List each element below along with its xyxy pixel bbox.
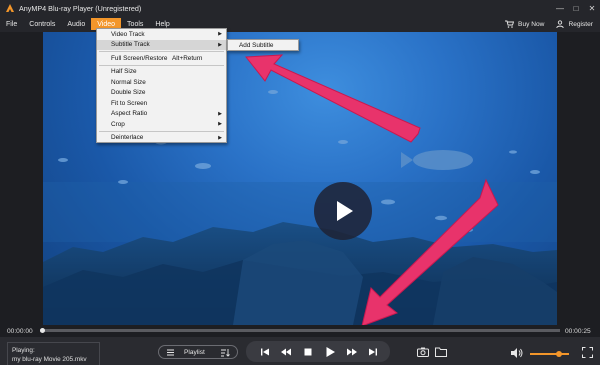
progress-area: 00:00:00 00:00:25 [0, 325, 600, 337]
menu-fullscreen-restore[interactable]: Full Screen/Restore Alt+Return [97, 53, 226, 64]
close-button[interactable]: ✕ [584, 4, 600, 13]
video-track-label: Video Track [111, 30, 145, 38]
volume-icon[interactable] [510, 347, 523, 359]
deinterlace-label: Deinterlace [111, 134, 144, 142]
half-size-label: Half Size [111, 68, 137, 76]
cart-icon [505, 20, 515, 28]
menu-fit-to-screen[interactable]: Fit to Screen [97, 98, 226, 109]
seek-thumb[interactable] [40, 328, 45, 333]
subtitle-track-label: Subtitle Track [111, 41, 150, 49]
skip-forward-icon [369, 348, 377, 356]
skip-back-button[interactable] [259, 346, 271, 358]
menu-aspect-ratio[interactable]: Aspect Ratio ▶ [97, 109, 226, 120]
playlist-icon [167, 349, 174, 356]
stop-button[interactable] [302, 346, 314, 358]
rewind-button[interactable] [280, 346, 292, 358]
now-playing-label: Playing: [12, 347, 35, 354]
camera-icon[interactable] [417, 347, 429, 357]
crop-label: Crop [111, 120, 125, 128]
menu-controls[interactable]: Controls [23, 18, 61, 30]
menu-separator [99, 130, 224, 132]
volume-thumb[interactable] [556, 351, 562, 357]
register-button[interactable]: Register [556, 20, 593, 28]
fullscreen-label: Full Screen/Restore [111, 54, 168, 62]
play-icon [326, 347, 335, 357]
register-label: Register [568, 20, 593, 28]
folder-icon[interactable] [435, 347, 447, 357]
fullscreen-shortcut: Alt+Return [172, 54, 203, 62]
seek-bar[interactable] [40, 329, 560, 332]
submenu-arrow-icon: ▶ [218, 121, 222, 128]
video-menu-dropdown: Video Track ▶ Subtitle Track ▶ Full Scre… [96, 28, 227, 143]
app-logo [5, 3, 15, 13]
play-icon [337, 201, 353, 221]
menu-add-subtitle[interactable]: Add Subtitle [228, 40, 298, 50]
submenu-arrow-icon: ▶ [218, 134, 222, 141]
menu-deinterlace[interactable]: Deinterlace ▶ [97, 133, 226, 144]
submenu-arrow-icon: ▶ [218, 31, 222, 38]
menu-bar: File Controls Audio Video Tools Help Buy… [0, 16, 600, 32]
minimize-button[interactable]: — [552, 4, 568, 13]
total-time: 00:00:25 [565, 328, 591, 335]
sort-icon[interactable] [221, 349, 230, 357]
aspect-ratio-label: Aspect Ratio [111, 110, 148, 118]
menu-file[interactable]: File [0, 18, 23, 30]
menu-separator [99, 64, 224, 66]
fit-to-screen-label: Fit to Screen [111, 99, 148, 107]
fullscreen-icon[interactable] [582, 347, 593, 358]
transport-controls [246, 341, 390, 362]
submenu-arrow-icon: ▶ [218, 41, 222, 48]
normal-size-label: Normal Size [111, 78, 146, 86]
stop-icon [304, 348, 312, 356]
buy-now-button[interactable]: Buy Now [505, 20, 544, 28]
now-playing-panel: Playing: my blu-ray Movie 205.mkv [7, 342, 100, 365]
buy-now-label: Buy Now [518, 20, 545, 28]
window-title: AnyMP4 Blu-ray Player (Unregistered) [19, 3, 142, 13]
now-playing-file: my blu-ray Movie 205.mkv [12, 356, 87, 363]
title-bar: AnyMP4 Blu-ray Player (Unregistered) — □… [0, 0, 600, 16]
menu-subtitle-track[interactable]: Subtitle Track ▶ [97, 39, 226, 50]
menu-double-size[interactable]: Double Size [97, 88, 226, 99]
play-button[interactable] [324, 346, 336, 358]
user-icon [556, 20, 565, 28]
menu-normal-size[interactable]: Normal Size [97, 77, 226, 88]
add-subtitle-label: Add Subtitle [239, 41, 274, 49]
menu-video-track[interactable]: Video Track ▶ [97, 29, 226, 40]
double-size-label: Double Size [111, 89, 146, 97]
subtitle-submenu: Add Subtitle [227, 39, 299, 51]
maximize-button[interactable]: □ [568, 4, 584, 13]
volume-slider[interactable] [530, 353, 569, 355]
control-bar: Playing: my blu-ray Movie 205.mkv Playli… [0, 337, 600, 365]
current-time: 00:00:00 [7, 328, 33, 335]
menu-audio[interactable]: Audio [61, 18, 91, 30]
forward-icon [347, 348, 357, 356]
rewind-icon [281, 348, 291, 356]
forward-button[interactable] [346, 346, 358, 358]
menu-half-size[interactable]: Half Size [97, 67, 226, 78]
playlist-button[interactable]: Playlist [158, 345, 238, 359]
playlist-label: Playlist [184, 348, 205, 356]
submenu-arrow-icon: ▶ [218, 110, 222, 117]
big-play-button[interactable] [314, 182, 372, 240]
skip-back-icon [261, 348, 269, 356]
menu-separator [99, 51, 224, 52]
skip-forward-button[interactable] [367, 346, 379, 358]
menu-crop[interactable]: Crop ▶ [97, 119, 226, 130]
